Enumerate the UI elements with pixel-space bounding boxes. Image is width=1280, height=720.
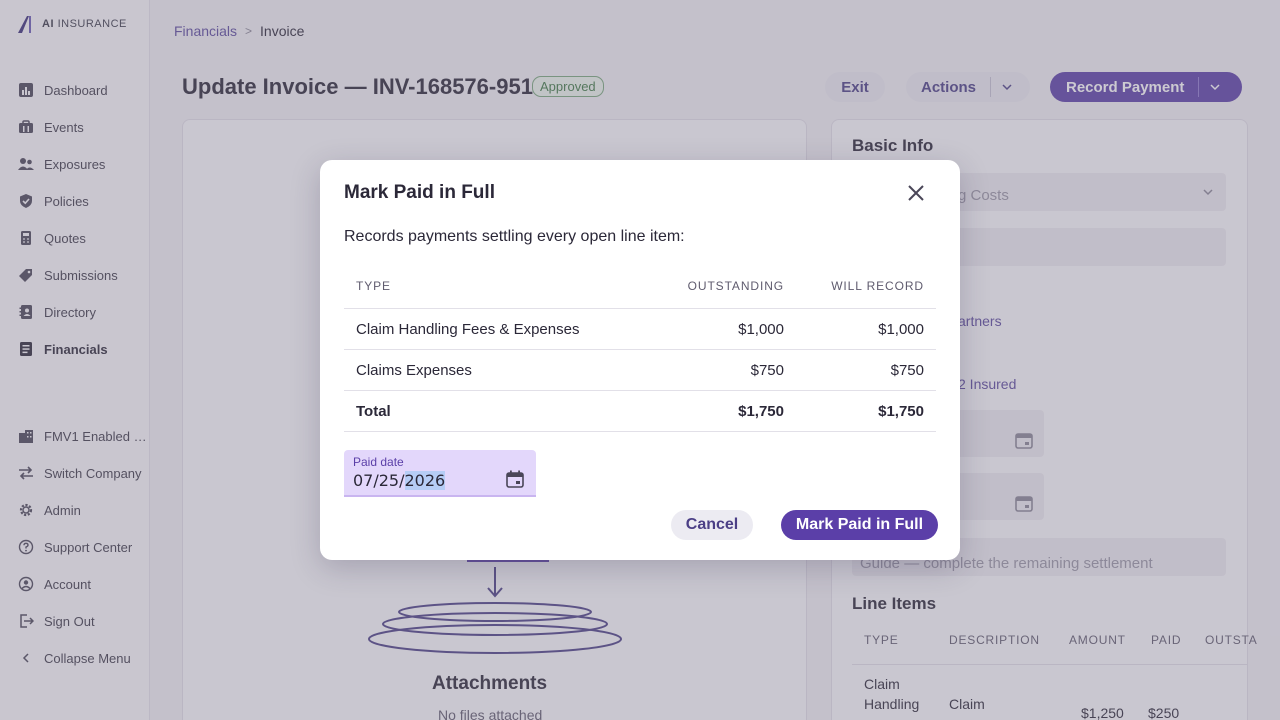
row-outstanding: $1,000	[738, 320, 784, 338]
row-outstanding: $750	[750, 361, 784, 379]
dialog-title: Mark Paid in Full	[344, 182, 495, 203]
row-will-record: $750	[890, 361, 924, 379]
row-type: Claims Expenses	[356, 361, 472, 379]
close-icon[interactable]	[905, 182, 927, 204]
total-label: Total	[356, 402, 391, 420]
table-total-row: Total $1,750 $1,750	[344, 391, 936, 432]
cancel-button[interactable]: Cancel	[671, 510, 753, 540]
total-outstanding: $1,750	[738, 402, 784, 420]
mark-paid-dialog: Mark Paid in Full Records payments settl…	[320, 160, 960, 560]
paid-date-selected-year: 2026	[404, 471, 446, 490]
column-header-will-record: WILL RECORD	[831, 279, 924, 293]
cancel-button-label: Cancel	[685, 516, 739, 533]
calendar-icon[interactable]	[505, 469, 525, 489]
total-will-record: $1,750	[878, 402, 924, 420]
table-row: Claims Expenses $750 $750	[344, 350, 936, 391]
paid-date-input[interactable]: Paid date 07/25/2026	[344, 450, 536, 497]
paid-date-label: Paid date	[353, 455, 404, 469]
row-will-record: $1,000	[878, 320, 924, 338]
table-header-row: TYPE OUTSTANDING WILL RECORD	[344, 264, 936, 309]
mark-paid-in-full-button[interactable]: Mark Paid in Full	[781, 510, 938, 540]
column-header-type: TYPE	[356, 279, 391, 293]
mark-paid-button-label: Mark Paid in Full	[795, 516, 924, 533]
payment-table: TYPE OUTSTANDING WILL RECORD Claim Handl…	[344, 264, 936, 432]
row-type: Claim Handling Fees & Expenses	[356, 320, 580, 338]
dialog-description: Records payments settling every open lin…	[344, 228, 685, 245]
table-row: Claim Handling Fees & Expenses $1,000 $1…	[344, 309, 936, 350]
paid-date-value[interactable]: 07/25/2026	[353, 471, 446, 490]
paid-date-prefix: 07/25/	[353, 471, 405, 490]
column-header-outstanding: OUTSTANDING	[687, 279, 784, 293]
